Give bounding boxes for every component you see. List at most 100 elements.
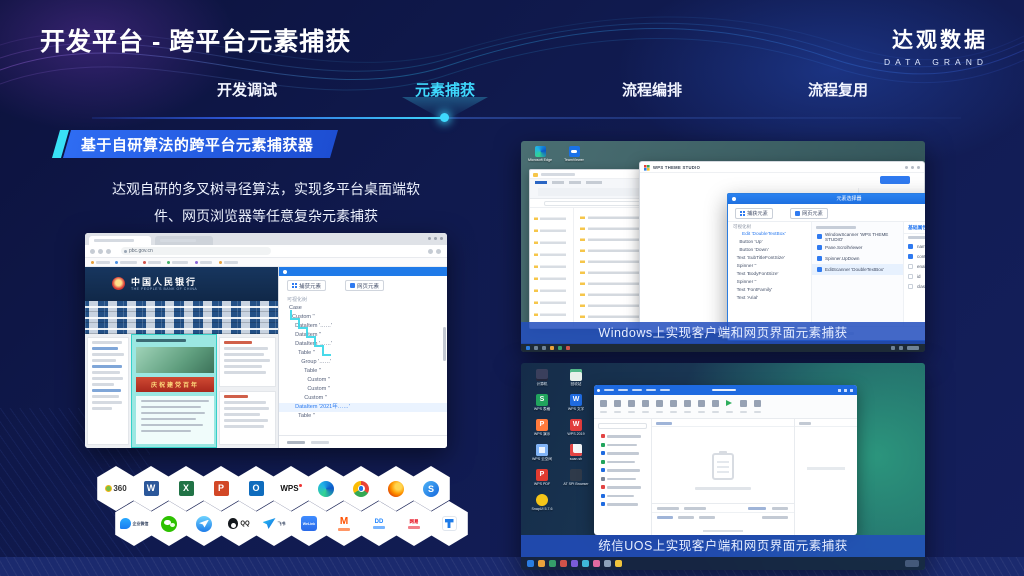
tab-basic-props[interactable]: 基础属性 [908, 224, 925, 231]
desktop-icon[interactable]: Microsoft Edge [525, 146, 555, 162]
refresh-icon[interactable] [106, 249, 111, 254]
desktop-icon[interactable]: WWPS 文字 [561, 394, 591, 411]
desktop-icon[interactable]: SnapUI 5.7.6 [527, 494, 557, 511]
path-row[interactable]: Pane.ScrollViewer [812, 242, 903, 253]
app-icon[interactable] [566, 346, 570, 350]
checkbox-icon[interactable] [817, 234, 822, 239]
paste-icon[interactable] [670, 400, 677, 413]
new-icon[interactable] [600, 400, 607, 413]
scrollbar[interactable] [443, 327, 446, 361]
menu-item[interactable] [632, 389, 642, 392]
menu-item[interactable] [660, 389, 670, 392]
component-item[interactable] [594, 483, 651, 492]
start-icon[interactable] [526, 346, 530, 350]
property-row[interactable]: id 'DoubleTextBox' [904, 271, 925, 281]
menu-item[interactable] [604, 389, 614, 392]
tree-node[interactable]: Button 'Down' [728, 247, 811, 255]
tree-node[interactable]: Text 'SubTitleFontSize' [728, 255, 811, 263]
tree-node[interactable]: Table '' [279, 367, 447, 376]
tray-area[interactable] [905, 560, 919, 567]
close-icon[interactable] [917, 166, 920, 169]
desktop-icon[interactable]: 回收站 [561, 369, 591, 386]
property-row[interactable]: class 'DoubleTextBox' [904, 281, 925, 291]
checkbox-icon[interactable] [908, 284, 913, 289]
desktop-icon[interactable]: PWPS PDF [527, 469, 557, 486]
minimize-icon[interactable] [428, 237, 431, 240]
files-icon[interactable] [538, 560, 545, 567]
capture-element-button[interactable]: 捕获元素 [735, 208, 773, 219]
app-icon[interactable] [604, 560, 611, 567]
desktop-icon[interactable]: SWPS 表格 [527, 394, 557, 411]
component-item[interactable] [594, 441, 651, 450]
windows-taskbar[interactable] [521, 343, 925, 352]
profile-icon[interactable] [428, 249, 433, 254]
component-item[interactable] [594, 449, 651, 458]
component-item[interactable] [594, 475, 651, 484]
path-row[interactable]: Spinner.UpDown [812, 253, 903, 264]
checkbox-icon[interactable] [908, 254, 913, 259]
tab-dev-debug[interactable]: 开发调试 [187, 80, 307, 102]
path-row[interactable]: WindowScanner 'WPS THEME STUDIO' [812, 231, 903, 242]
desktop-icon[interactable]: 计算机 [527, 369, 557, 386]
checkbox-icon[interactable] [908, 274, 913, 279]
search-icon[interactable] [534, 346, 538, 350]
tree-node[interactable]: Table '' [279, 412, 447, 421]
run-icon[interactable] [726, 400, 733, 413]
back-icon[interactable] [90, 249, 95, 254]
menu-item[interactable] [618, 389, 628, 392]
search-input[interactable] [598, 423, 647, 429]
checkbox-icon[interactable] [817, 256, 822, 261]
app-icon[interactable] [593, 560, 600, 567]
tree-node[interactable]: Spinner '' [728, 279, 811, 287]
app-icon[interactable] [549, 560, 556, 567]
maximize-icon[interactable] [434, 237, 437, 240]
component-item[interactable] [594, 458, 651, 467]
tree-node[interactable]: DataItem '2021年……' [279, 403, 447, 412]
tab-flow-reuse[interactable]: 流程复用 [778, 80, 898, 102]
component-item[interactable] [594, 500, 651, 509]
component-item[interactable] [594, 432, 651, 441]
app-icon[interactable] [571, 560, 578, 567]
app-icon[interactable] [615, 560, 622, 567]
tree-node[interactable]: Custom '' [279, 376, 447, 385]
address-bar[interactable]: pbc.gov.cn [121, 247, 271, 255]
web-element-button[interactable]: 网页元素 [790, 208, 828, 219]
tab-flow-orchestration[interactable]: 流程编排 [592, 80, 712, 102]
maximize-icon[interactable] [911, 166, 914, 169]
launcher-icon[interactable] [527, 560, 534, 567]
property-row[interactable]: name 'DoubleTextBox' [904, 241, 925, 251]
close-icon[interactable] [850, 389, 853, 392]
tree-node[interactable]: Text 'Arial' [728, 295, 811, 303]
desktop-icon[interactable]: scan.sh [561, 444, 591, 461]
explorer-nav-pane[interactable] [530, 208, 574, 327]
pbc-nav-grid[interactable] [85, 301, 278, 334]
capture-element-button[interactable]: 捕获元素 [287, 280, 326, 291]
minimize-icon[interactable] [905, 166, 908, 169]
canvas-tab-bar[interactable] [652, 419, 794, 427]
maximize-icon[interactable] [844, 389, 847, 392]
settings-icon[interactable] [754, 400, 761, 413]
save-icon[interactable] [614, 400, 621, 413]
tree-node[interactable]: Custom '' [279, 394, 447, 403]
task-view-icon[interactable] [542, 346, 546, 350]
checkbox-icon[interactable] [817, 245, 822, 250]
app-icon[interactable] [558, 346, 562, 350]
web-element-button[interactable]: 网页元素 [345, 280, 384, 291]
record-icon[interactable] [684, 400, 691, 413]
browser-tab[interactable] [89, 236, 151, 245]
tree-node[interactable]: Custom '' [279, 385, 447, 394]
undo-icon[interactable] [628, 400, 635, 413]
desktop-icon[interactable]: WPS 云空间 [527, 444, 557, 461]
forward-icon[interactable] [98, 249, 103, 254]
checkbox-icon[interactable] [908, 264, 913, 269]
desktop-icon[interactable]: TeamViewer [559, 146, 589, 162]
menu-icon[interactable] [436, 249, 441, 254]
property-row[interactable]: control 'Edit' [904, 251, 925, 261]
minimize-icon[interactable] [838, 389, 841, 392]
component-item[interactable] [594, 466, 651, 475]
desktop-icon[interactable]: WWPS 2019 [561, 419, 591, 436]
tree-node[interactable]: Text 'BodyFontSize' [728, 271, 811, 279]
uos-dock[interactable] [521, 557, 925, 570]
redo-icon[interactable] [642, 400, 649, 413]
app-icon[interactable] [582, 560, 589, 567]
